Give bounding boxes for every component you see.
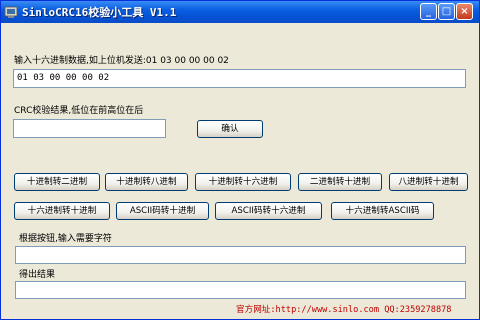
ascii-to-hex-button[interactable]: ASCII码转十六进制 [215, 202, 322, 220]
confirm-button[interactable]: 确认 [197, 120, 263, 138]
result-output-field[interactable] [15, 281, 466, 299]
oct-to-dec-button[interactable]: 八进制转十进制 [389, 173, 468, 191]
crc-result-field[interactable] [13, 119, 166, 138]
result-field-label: 得出结果 [19, 270, 56, 280]
bin-to-dec-button[interactable]: 二进制转十进制 [298, 173, 382, 191]
window-title: SinloCRC16校验小工具 V1.1 [22, 6, 177, 19]
ascii-to-dec-button[interactable]: ASCII码转十进制 [116, 202, 209, 220]
hex-input-field[interactable]: 01 03 00 00 00 02 [13, 69, 466, 88]
client-area: 输入十六进制数据,如上位机发送:01 03 00 00 00 02 01 03 … [1, 23, 479, 319]
prompt-input-field[interactable] [15, 246, 466, 264]
dec-to-bin-button[interactable]: 十进制转二进制 [14, 173, 100, 191]
crc-result-label: CRC校验结果,低位在前高位在后 [14, 106, 144, 116]
dec-to-hex-button[interactable]: 十进制转十六进制 [195, 173, 291, 191]
app-icon [4, 6, 18, 18]
close-icon[interactable]: × [456, 3, 473, 20]
prompt-field-label: 根据按钮,输入需要字符 [19, 234, 112, 244]
minimize-icon[interactable]: _ [420, 3, 437, 20]
title-bar[interactable]: SinloCRC16校验小工具 V1.1 _ □ × [1, 1, 479, 23]
footer-info: 官方网址:http://www.sinlo.com QQ:2359278878 [236, 305, 452, 315]
maximize-icon[interactable]: □ [438, 3, 455, 20]
hex-to-ascii-button[interactable]: 十六进制转ASCII码 [331, 202, 434, 220]
dec-to-oct-button[interactable]: 十进制转八进制 [105, 173, 188, 191]
hex-to-dec-button[interactable]: 十六进制转十进制 [14, 202, 110, 220]
input-label: 输入十六进制数据,如上位机发送:01 03 00 00 00 02 [14, 56, 229, 66]
app-window: SinloCRC16校验小工具 V1.1 _ □ × 输入十六进制数据,如上位机… [0, 0, 480, 320]
